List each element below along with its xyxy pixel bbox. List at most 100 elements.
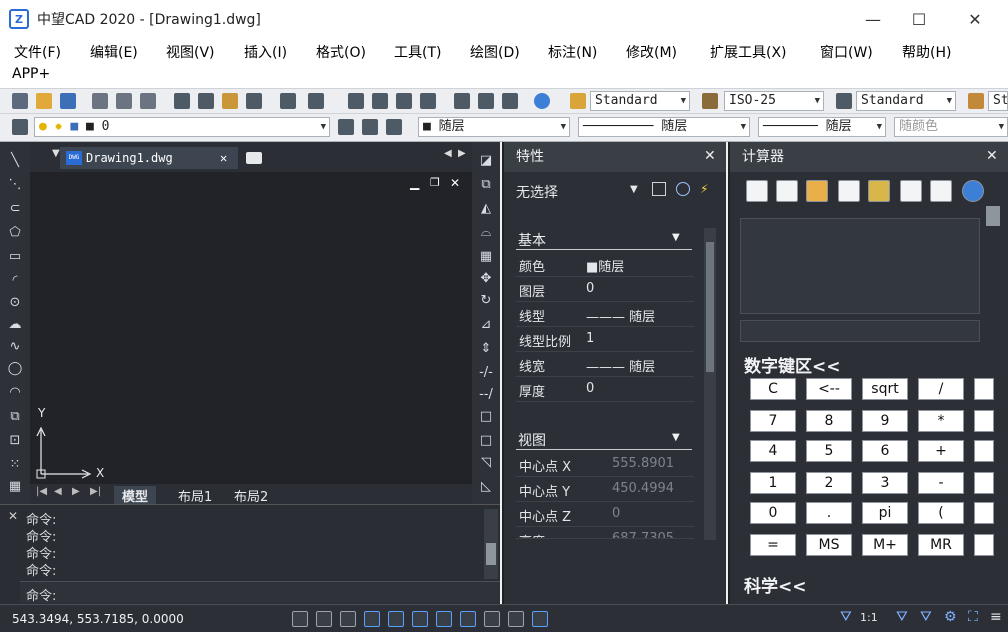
- break-icon[interactable]: □: [477, 408, 495, 426]
- calc-key[interactable]: 7: [750, 410, 796, 432]
- hatch-icon[interactable]: ▦: [6, 478, 24, 496]
- prop-row-linetype[interactable]: 线型 ——— 随层: [516, 302, 694, 327]
- scrollbar-thumb[interactable]: [486, 543, 496, 565]
- drawing-canvas[interactable]: ▁ ❐ ✕ Y X: [30, 172, 472, 484]
- workspace-gear-icon[interactable]: ⚙: [944, 609, 957, 625]
- join-icon[interactable]: □: [477, 432, 495, 450]
- calc-key[interactable]: -: [918, 472, 964, 494]
- layer-previous-icon[interactable]: [362, 119, 378, 135]
- prev-layout-icon[interactable]: ◀: [54, 486, 62, 497]
- last-layout-icon[interactable]: ▶|: [90, 486, 101, 497]
- scale-icon[interactable]: ⊿: [477, 316, 495, 334]
- rotate-icon[interactable]: ↻: [477, 292, 495, 310]
- tab-layout1[interactable]: 布局1: [170, 486, 220, 505]
- rectangle-icon[interactable]: ▭: [6, 248, 24, 266]
- print-icon[interactable]: [92, 93, 108, 109]
- dimension-style-select[interactable]: ISO-25 ▼: [724, 91, 824, 111]
- calc-key[interactable]: <--: [806, 378, 852, 400]
- prop-row-layer[interactable]: 图层 0: [516, 277, 694, 302]
- clean-screen-icon[interactable]: ⛶: [968, 609, 978, 625]
- construction-line-icon[interactable]: ⋱: [6, 176, 24, 194]
- pan-icon[interactable]: [348, 93, 364, 109]
- object-snap-tracking-icon[interactable]: [412, 611, 428, 627]
- polar-tracking-icon[interactable]: [364, 611, 380, 627]
- close-drawing-icon[interactable]: ✕: [450, 176, 460, 190]
- section-view[interactable]: 视图 ▼: [516, 428, 692, 450]
- table-style-select[interactable]: Standard ▼: [856, 91, 956, 111]
- calc-key-partial[interactable]: [974, 534, 994, 556]
- toggle-pickadd-icon[interactable]: [652, 182, 666, 196]
- calc-key[interactable]: *: [918, 410, 964, 432]
- plot-icon[interactable]: [140, 93, 156, 109]
- restore-drawing-icon[interactable]: ❐: [430, 176, 440, 189]
- linetype-select[interactable]: ───────── 随层 ▼: [578, 117, 750, 137]
- maximize-button[interactable]: ☐: [892, 0, 946, 38]
- calc-key-partial[interactable]: [974, 502, 994, 524]
- tab-list-dropdown-icon[interactable]: ▼: [52, 148, 60, 159]
- prop-row-center-x[interactable]: 中心点 X 555.8901: [516, 452, 694, 477]
- ellipse-icon[interactable]: ◯: [6, 360, 24, 378]
- prop-row-color[interactable]: 颜色 ■随层: [516, 252, 694, 277]
- select-objects-icon[interactable]: [676, 182, 690, 196]
- scrollbar-thumb[interactable]: [986, 206, 1000, 226]
- mirror-icon[interactable]: ◭: [477, 200, 495, 218]
- zoom-previous-icon[interactable]: [420, 93, 436, 109]
- calc-key-partial[interactable]: [974, 440, 994, 462]
- close-button[interactable]: ✕: [948, 0, 1002, 38]
- scrollbar-thumb[interactable]: [706, 242, 714, 372]
- menu-tools[interactable]: 工具(T): [394, 42, 441, 62]
- insert-block-icon[interactable]: ⧉: [6, 408, 24, 426]
- circle-icon[interactable]: ⊙: [6, 294, 24, 312]
- first-layout-icon[interactable]: |◀: [36, 486, 47, 497]
- menu-modify[interactable]: 修改(M): [626, 42, 677, 62]
- multileader-style-icon[interactable]: [968, 93, 984, 109]
- text-style-select[interactable]: Standard ▼: [590, 91, 690, 111]
- point-icon[interactable]: ⁙: [6, 456, 24, 474]
- get-coordinates-icon[interactable]: [838, 180, 860, 202]
- spline-icon[interactable]: ∿: [6, 338, 24, 356]
- menu-app-plus[interactable]: APP+: [12, 66, 50, 82]
- extend-icon[interactable]: --/: [477, 386, 495, 404]
- calculator-input[interactable]: [740, 320, 980, 342]
- copy-icon[interactable]: [198, 93, 214, 109]
- tab-scroll-right-icon[interactable]: ▶: [458, 148, 466, 159]
- paste-to-command-icon[interactable]: [806, 180, 828, 202]
- calc-key[interactable]: pi: [862, 502, 908, 524]
- close-tab-icon[interactable]: ✕: [220, 147, 227, 169]
- science-section-title[interactable]: 科学<<: [744, 572, 807, 597]
- chamfer-icon[interactable]: ◹: [477, 454, 495, 472]
- redo-icon[interactable]: [308, 93, 324, 109]
- clear-eraser-icon[interactable]: [746, 180, 768, 202]
- quick-select-icon[interactable]: ⚡: [700, 182, 714, 196]
- prop-row-linetype-scale[interactable]: 线型比例 1: [516, 327, 694, 352]
- prop-row-center-y[interactable]: 中心点 Y 450.4994: [516, 477, 694, 502]
- new-file-icon[interactable]: [12, 93, 28, 109]
- calc-key[interactable]: M+: [862, 534, 908, 556]
- make-block-icon[interactable]: ⊡: [6, 432, 24, 450]
- help-icon[interactable]: [534, 93, 550, 109]
- revision-cloud-icon[interactable]: ☁: [6, 316, 24, 334]
- next-layout-icon[interactable]: ▶: [72, 486, 80, 497]
- prop-row-thickness[interactable]: 厚度 0: [516, 377, 694, 402]
- calc-key[interactable]: 2: [806, 472, 852, 494]
- calc-key[interactable]: 6: [862, 440, 908, 462]
- dynamic-input-icon[interactable]: [460, 611, 476, 627]
- undo-icon[interactable]: [280, 93, 296, 109]
- prop-row-center-z[interactable]: 中心点 Z0: [516, 502, 694, 527]
- distance-icon[interactable]: [868, 180, 890, 202]
- menu-edit[interactable]: 编辑(E): [90, 42, 138, 62]
- close-command-icon[interactable]: ✕: [8, 509, 18, 523]
- command-scrollbar[interactable]: [484, 509, 498, 579]
- calc-key[interactable]: sqrt: [862, 378, 908, 400]
- layer-manager-icon[interactable]: [12, 119, 28, 135]
- menu-dimension[interactable]: 标注(N): [548, 42, 597, 62]
- save-icon[interactable]: [60, 93, 76, 109]
- make-current-layer-icon[interactable]: [338, 119, 354, 135]
- match-properties-icon[interactable]: [246, 93, 262, 109]
- properties-icon[interactable]: [454, 93, 470, 109]
- dynamic-ucs-icon[interactable]: [436, 611, 452, 627]
- calc-key[interactable]: C: [750, 378, 796, 400]
- calc-key[interactable]: 9: [862, 410, 908, 432]
- calc-key-partial[interactable]: [974, 410, 994, 432]
- cut-icon[interactable]: [174, 93, 190, 109]
